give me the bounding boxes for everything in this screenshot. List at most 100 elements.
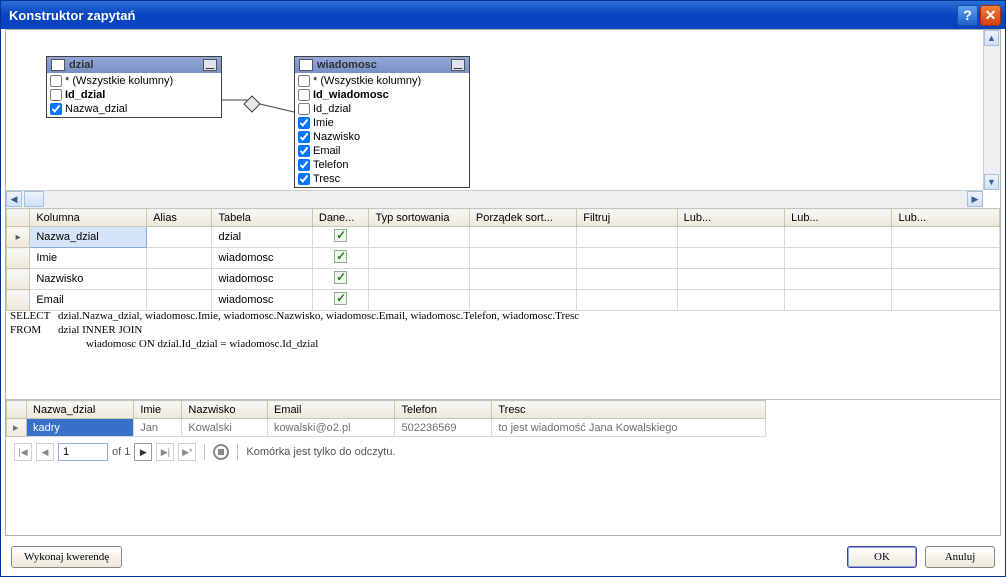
nav-next-button[interactable]: ▶ <box>134 443 152 461</box>
sql-pane[interactable]: SELECT dzial.Nazwa_dzial, wiadomosc.Imie… <box>6 305 1000 399</box>
grid-cell[interactable] <box>312 227 369 248</box>
column-checkbox[interactable] <box>298 103 310 115</box>
results-cell[interactable]: kadry <box>27 419 134 437</box>
table-column-row[interactable]: Id_wiadomosc <box>296 88 468 102</box>
output-checkbox[interactable] <box>334 292 347 305</box>
grid-row[interactable]: Imie wiadomosc <box>7 248 1000 269</box>
results-header[interactable]: Imie <box>134 401 182 419</box>
grid-row[interactable]: Nazwa_dzial dzial <box>7 227 1000 248</box>
table-column-row[interactable]: Nazwisko <box>296 130 468 144</box>
table-column-row[interactable]: Email <box>296 144 468 158</box>
grid-cell[interactable]: Nazwa_dzial <box>30 227 147 248</box>
grid-header[interactable]: Lub... <box>892 209 1000 227</box>
output-checkbox[interactable] <box>334 229 347 242</box>
grid-header[interactable]: Dane... <box>312 209 369 227</box>
diagram-pane[interactable]: dzial — * (Wszystkie kolumny)Id_dzialNaz… <box>6 30 1000 208</box>
table-column-row[interactable]: * (Wszystkie kolumny) <box>48 74 220 88</box>
table-column-row[interactable]: Telefon <box>296 158 468 172</box>
grid-header[interactable]: Porządek sort... <box>469 209 576 227</box>
cancel-button[interactable]: Anuluj <box>925 546 995 568</box>
column-checkbox[interactable] <box>298 89 310 101</box>
results-grid[interactable]: Nazwa_dzialImieNazwiskoEmailTelefonTresc… <box>6 400 766 437</box>
nav-first-button[interactable]: |◀ <box>14 443 32 461</box>
grid-row-header[interactable] <box>7 269 30 290</box>
nav-last-button[interactable]: ▶| <box>156 443 174 461</box>
grid-cell[interactable] <box>147 290 212 311</box>
grid-row[interactable]: Nazwiskowiadomosc <box>7 269 1000 290</box>
scroll-left-button[interactable]: ◀ <box>6 191 22 207</box>
nav-new-button[interactable]: ▶* <box>178 443 196 461</box>
results-cell[interactable]: 502236569 <box>395 419 492 437</box>
criteria-grid[interactable]: KolumnaAliasTabelaDane...Typ sortowaniaP… <box>6 208 1000 311</box>
table-wiadomosc[interactable]: wiadomosc — * (Wszystkie kolumny)Id_wiad… <box>294 56 470 188</box>
grid-cell[interactable] <box>312 248 369 269</box>
scroll-up-button[interactable]: ▲ <box>984 30 999 46</box>
nav-stop-button[interactable] <box>213 444 229 460</box>
table-column-row[interactable]: Id_dzial <box>296 102 468 116</box>
minimize-button[interactable]: — <box>451 59 465 71</box>
grid-header[interactable]: Lub... <box>677 209 784 227</box>
table-column-row[interactable]: Imie <box>296 116 468 130</box>
column-checkbox[interactable] <box>298 173 310 185</box>
results-cell[interactable]: kowalski@o2.pl <box>267 419 395 437</box>
output-checkbox[interactable] <box>334 271 347 284</box>
grid-header[interactable]: Kolumna <box>30 209 147 227</box>
titlebar[interactable]: Konstruktor zapytań ? ✕ <box>1 1 1005 29</box>
table-dzial-header[interactable]: dzial — <box>47 57 221 73</box>
grid-cell[interactable]: wiadomosc <box>212 290 312 311</box>
table-column-row[interactable]: Tresc <box>296 172 468 186</box>
table-column-row[interactable]: Id_dzial <box>48 88 220 102</box>
grid-cell[interactable] <box>312 290 369 311</box>
results-row[interactable]: ▸kadryJanKowalskikowalski@o2.pl502236569… <box>7 419 766 437</box>
grid-cell[interactable] <box>147 269 212 290</box>
grid-cell[interactable] <box>147 227 212 248</box>
grid-header[interactable]: Tabela <box>212 209 312 227</box>
column-checkbox[interactable] <box>298 117 310 129</box>
minimize-button[interactable]: — <box>203 59 217 71</box>
column-checkbox[interactable] <box>298 75 310 87</box>
grid-row[interactable]: Email wiadomosc <box>7 290 1000 311</box>
grid-cell[interactable]: Email <box>30 290 147 311</box>
scroll-right-button[interactable]: ▶ <box>967 191 983 207</box>
nav-prev-button[interactable]: ◀ <box>36 443 54 461</box>
results-header[interactable]: Telefon <box>395 401 492 419</box>
results-header[interactable]: Tresc <box>492 401 766 419</box>
grid-cell[interactable] <box>312 269 369 290</box>
grid-header[interactable]: Lub... <box>785 209 892 227</box>
table-dzial[interactable]: dzial — * (Wszystkie kolumny)Id_dzialNaz… <box>46 56 222 118</box>
column-checkbox[interactable] <box>298 159 310 171</box>
column-checkbox[interactable] <box>50 103 62 115</box>
diagram-hscrollbar[interactable]: ◀ ▶ <box>6 190 983 208</box>
close-button[interactable]: ✕ <box>980 5 1001 26</box>
grid-cell[interactable]: Imie <box>30 248 147 269</box>
scroll-down-button[interactable]: ▼ <box>984 174 999 190</box>
ok-button[interactable]: OK <box>847 546 917 568</box>
grid-cell[interactable] <box>147 248 212 269</box>
output-checkbox[interactable] <box>334 250 347 263</box>
results-cell[interactable]: Kowalski <box>182 419 268 437</box>
grid-row-header[interactable] <box>7 248 30 269</box>
column-checkbox[interactable] <box>298 145 310 157</box>
table-column-row[interactable]: * (Wszystkie kolumny) <box>296 74 468 88</box>
results-header[interactable]: Nazwa_dzial <box>27 401 134 419</box>
help-button[interactable]: ? <box>957 5 978 26</box>
diagram-vscrollbar[interactable]: ▲ ▼ <box>983 30 1000 190</box>
results-header[interactable]: Email <box>267 401 395 419</box>
column-checkbox[interactable] <box>50 89 62 101</box>
grid-cell[interactable]: dzial <box>212 227 312 248</box>
column-checkbox[interactable] <box>298 131 310 143</box>
grid-header[interactable]: Filtruj <box>577 209 677 227</box>
results-header[interactable]: Nazwisko <box>182 401 268 419</box>
execute-query-button[interactable]: Wykonaj kwerendę <box>11 546 122 568</box>
grid-cell[interactable]: wiadomosc <box>212 269 312 290</box>
grid-row-header[interactable] <box>7 227 30 248</box>
grid-header[interactable]: Typ sortowania <box>369 209 469 227</box>
nav-current-input[interactable] <box>58 443 108 461</box>
table-column-row[interactable]: Nazwa_dzial <box>48 102 220 116</box>
column-checkbox[interactable] <box>50 75 62 87</box>
table-wiadomosc-header[interactable]: wiadomosc — <box>295 57 469 73</box>
grid-row-header[interactable] <box>7 290 30 311</box>
results-cell[interactable]: Jan <box>134 419 182 437</box>
grid-cell[interactable]: wiadomosc <box>212 248 312 269</box>
results-row-header[interactable]: ▸ <box>7 419 27 437</box>
